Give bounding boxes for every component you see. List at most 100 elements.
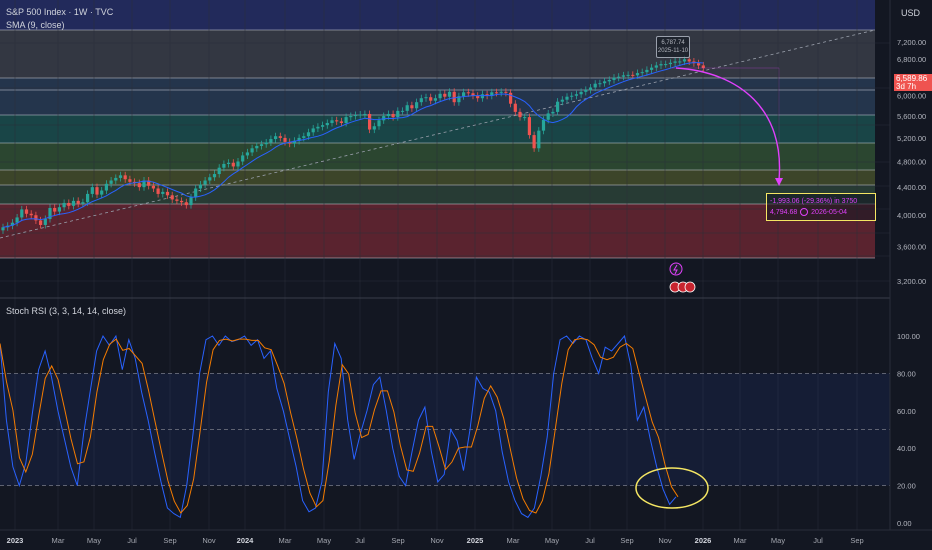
candle-body xyxy=(62,202,66,208)
candle-body xyxy=(631,74,635,76)
candle-body xyxy=(67,202,71,206)
candle-body xyxy=(349,116,353,118)
us-flag-icon xyxy=(684,281,696,293)
candle-body xyxy=(109,180,113,184)
candle-body xyxy=(701,65,705,69)
candle-body xyxy=(410,105,414,109)
candle-body xyxy=(222,163,226,168)
price-tick-label: 6,800.00 xyxy=(897,55,926,64)
chart-canvas[interactable]: 7,200.00 6,800.00 6,000.00 5,600.00 5,200.00… xyxy=(0,0,932,550)
time-tick-label: May xyxy=(771,536,785,545)
candle-body xyxy=(400,110,405,112)
time-tick-label: May xyxy=(87,536,101,545)
candle-body xyxy=(443,93,447,97)
price-tick-label: 3,200.00 xyxy=(897,277,926,286)
candle-body xyxy=(687,59,691,62)
candle-body xyxy=(283,137,287,142)
price-tick-label: 6,000.00 xyxy=(897,92,926,101)
candle-body xyxy=(391,113,395,118)
candle-body xyxy=(574,94,578,96)
candle-body xyxy=(462,92,466,97)
time-tick-label: 2026 xyxy=(695,536,712,545)
candle-body xyxy=(645,69,649,73)
target-change: -1,993.06 (-29.36%) in 3750 xyxy=(770,198,858,205)
time-tick-label: Jul xyxy=(127,536,137,545)
candle-body xyxy=(537,130,541,149)
candle-body xyxy=(321,125,325,127)
target-price: 4,794.68 xyxy=(770,209,798,216)
chart-window[interactable]: 7,200.00 6,800.00 6,000.00 5,600.00 5,200.00… xyxy=(0,0,932,550)
candle-body xyxy=(579,91,583,95)
currency-label[interactable]: USD xyxy=(901,8,920,18)
candle-body xyxy=(424,97,428,99)
candle-body xyxy=(137,183,141,188)
price-tick-label: 4,000.00 xyxy=(897,211,926,220)
candle-body xyxy=(504,91,508,93)
candle-body xyxy=(71,200,76,206)
candle-body xyxy=(546,113,550,120)
time-tick-label: 2023 xyxy=(7,536,24,545)
candle-body xyxy=(415,102,419,109)
price-tick-label: 4,400.00 xyxy=(897,183,926,192)
candle-body xyxy=(396,110,400,118)
candle-body xyxy=(363,113,367,115)
rsi-tick-label: 100.00 xyxy=(897,332,920,341)
candle-body xyxy=(598,83,602,85)
candle-body xyxy=(377,120,381,127)
candle-body xyxy=(208,177,212,181)
candle-body xyxy=(231,162,235,167)
candle-body xyxy=(358,114,362,116)
candle-body xyxy=(203,180,207,185)
candle-body xyxy=(339,121,343,123)
candle-body xyxy=(161,191,165,194)
instrument-title[interactable]: S&P 500 Index · 1W · TVC xyxy=(6,7,113,17)
candle-body xyxy=(621,75,625,77)
candle-body xyxy=(250,148,254,153)
candle-body xyxy=(57,207,61,212)
candle-body xyxy=(15,217,19,223)
candle-body xyxy=(43,218,47,225)
target-callout[interactable]: -1,993.06 (-29.36%) in 3750 4,794.68 202… xyxy=(766,193,876,221)
candle-body xyxy=(81,202,85,204)
time-tick-label: Jul xyxy=(355,536,365,545)
fib-zone xyxy=(0,78,875,115)
candle-body xyxy=(584,89,588,92)
candle-body xyxy=(76,200,80,204)
candle-body xyxy=(532,135,536,149)
time-tick-label: Sep xyxy=(850,536,863,545)
price-tick-label: 5,600.00 xyxy=(897,112,926,121)
fib-zones xyxy=(0,0,875,259)
candle-body xyxy=(419,98,423,103)
candle-body xyxy=(527,117,531,136)
candle-body xyxy=(556,101,560,112)
candle-body xyxy=(245,152,249,156)
candle-body xyxy=(39,220,43,225)
fib-zone xyxy=(0,0,875,30)
time-tick-label: Mar xyxy=(507,536,520,545)
candle-body xyxy=(316,126,320,129)
candle-body xyxy=(344,117,348,123)
candle-body xyxy=(53,207,57,212)
fib-zone xyxy=(0,143,875,170)
candle-body xyxy=(612,77,616,80)
time-tick-label: Sep xyxy=(391,536,404,545)
high-price-callout[interactable]: 6,787.74 2025-11-10 xyxy=(656,36,690,58)
price-tick-label: 4,800.00 xyxy=(897,158,926,167)
candle-body xyxy=(151,185,155,189)
event-markers[interactable] xyxy=(669,262,696,293)
candle-body xyxy=(518,111,522,118)
candle-body xyxy=(650,67,654,70)
candle-body xyxy=(118,175,123,178)
candle-body xyxy=(1,227,5,231)
candle-body xyxy=(184,202,188,206)
candle-body xyxy=(617,76,621,78)
high-price: 6,787.74 xyxy=(661,40,685,46)
time-tick-label: Nov xyxy=(658,536,672,545)
sma-legend[interactable]: SMA (9, close) xyxy=(6,20,65,30)
candle-body xyxy=(541,119,546,131)
candle-body xyxy=(212,174,217,178)
rsi-tick-label: 60.00 xyxy=(897,407,916,416)
stoch-rsi-legend[interactable]: Stoch RSI (3, 3, 14, 14, close) xyxy=(6,306,126,316)
candle-body xyxy=(180,200,184,203)
clock-icon xyxy=(800,208,809,217)
